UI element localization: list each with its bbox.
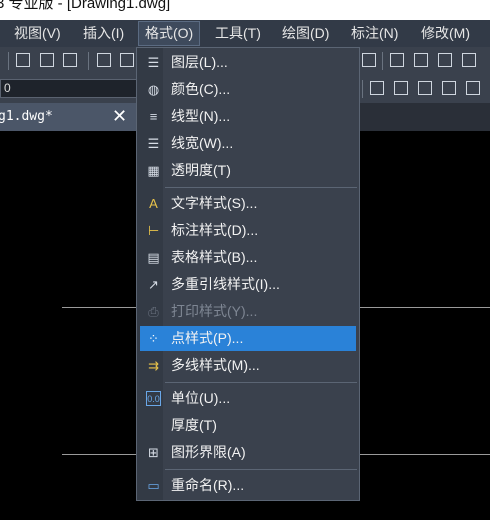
- menu-item-point-style[interactable]: ⁘ 点样式(P)...: [140, 326, 356, 351]
- text-style-icon: A: [149, 196, 158, 211]
- tab-drawing1[interactable]: g1.dwg* ✕: [0, 103, 137, 131]
- menu-item-label: 单位(U)...: [171, 390, 231, 406]
- menu-item-label: 标注样式(D)...: [171, 222, 259, 238]
- drawing-limits-icon: ⊞: [148, 445, 159, 460]
- publish-icon[interactable]: [63, 53, 77, 67]
- menu-item-color[interactable]: ◍ 颜色(C)...: [140, 77, 356, 102]
- menu-item-linetype[interactable]: ≡ 线型(N)...: [140, 104, 356, 129]
- toolbar-separator: [8, 52, 9, 70]
- menu-item-multiline-style[interactable]: ⇉ 多线样式(M)...: [140, 353, 356, 378]
- dimension-style-icon: ⊢: [147, 223, 160, 238]
- menu-item-label: 打印样式(Y)...: [171, 303, 258, 319]
- menu-item-label: 文字样式(S)...: [171, 195, 258, 211]
- menu-insert[interactable]: 插入(I): [77, 22, 130, 45]
- menu-bar: 视图(V) 插入(I) 格式(O) 工具(T) 绘图(D) 标注(N) 修改(M…: [0, 20, 490, 47]
- menu-item-label: 线型(N)...: [171, 108, 231, 124]
- canvas-line: [360, 307, 490, 308]
- menu-view[interactable]: 视图(V): [8, 22, 67, 45]
- menu-separator: [165, 187, 357, 188]
- canvas-line: [62, 307, 138, 308]
- menu-item-rename[interactable]: ▭ 重命名(R)...: [140, 473, 356, 498]
- format-dropdown-menu: ☰ 图层(L)... ◍ 颜色(C)... ≡ 线型(N)... ☰ 线宽(W)…: [136, 47, 360, 501]
- toolbar-separator: [362, 80, 363, 98]
- menu-separator: [165, 469, 357, 470]
- menu-item-label: 图形界限(A): [171, 444, 246, 460]
- menu-item-label: 图层(L)...: [171, 54, 228, 70]
- layer-dropdown[interactable]: 0: [0, 79, 138, 98]
- menu-format[interactable]: 格式(O): [138, 21, 201, 46]
- menu-modify[interactable]: 修改(M): [415, 22, 476, 45]
- markup-icon[interactable]: [462, 53, 476, 67]
- menu-item-lineweight[interactable]: ☰ 线宽(W)...: [140, 131, 356, 156]
- tab-label: g1.dwg*: [0, 109, 53, 124]
- menu-item-text-style[interactable]: A 文字样式(S)...: [140, 191, 356, 216]
- window-title: 3 专业版 - [Drawing1.dwg]: [0, 0, 171, 12]
- title-bar: 3 专业版 - [Drawing1.dwg]: [0, 0, 490, 20]
- point-style-icon: ⁘: [148, 331, 159, 346]
- menu-item-units[interactable]: 0.0 单位(U)...: [140, 386, 356, 411]
- properties-icon[interactable]: [390, 53, 404, 67]
- layer-isolate-icon[interactable]: [418, 81, 432, 95]
- multiline-style-icon: ⇉: [148, 358, 159, 373]
- menu-dimension[interactable]: 标注(N): [345, 22, 404, 45]
- transparency-icon: ▦: [147, 163, 160, 178]
- cut-icon[interactable]: [97, 53, 111, 67]
- menu-item-label: 透明度(T): [171, 162, 231, 178]
- menu-item-label: 厚度(T): [171, 417, 217, 433]
- menu-item-drawing-limits[interactable]: ⊞ 图形界限(A): [140, 440, 356, 465]
- close-icon[interactable]: ✕: [112, 103, 127, 131]
- toolbar-separator: [382, 52, 383, 70]
- print-preview-icon[interactable]: [40, 53, 54, 67]
- layer-freeze-icon[interactable]: [466, 81, 480, 95]
- menu-item-plot-style: ⎙ 打印样式(Y)...: [140, 299, 356, 324]
- menu-separator: [165, 382, 357, 383]
- menu-item-label: 多重引线样式(I)...: [171, 276, 280, 292]
- design-center-icon[interactable]: [414, 53, 428, 67]
- zoom-icon[interactable]: [362, 53, 376, 67]
- menu-item-multileader-style[interactable]: ↗ 多重引线样式(I)...: [140, 272, 356, 297]
- linetype-icon: ≡: [149, 109, 158, 124]
- layer-icon: ☰: [147, 55, 160, 70]
- menu-tools[interactable]: 工具(T): [209, 22, 267, 45]
- table-style-icon: ▤: [147, 250, 160, 265]
- menu-item-thickness[interactable]: 厚度(T): [140, 413, 356, 438]
- tool-palette-icon[interactable]: [438, 53, 452, 67]
- canvas-line: [360, 454, 490, 455]
- print-icon[interactable]: [16, 53, 30, 67]
- layer-match-icon[interactable]: [442, 81, 456, 95]
- units-icon: 0.0: [146, 391, 161, 406]
- lineweight-icon: ☰: [147, 136, 160, 151]
- menu-item-label: 重命名(R)...: [171, 477, 245, 493]
- menu-item-label: 表格样式(B)...: [171, 249, 258, 265]
- menu-item-layer[interactable]: ☰ 图层(L)...: [140, 50, 356, 75]
- layer-previous-icon[interactable]: [394, 81, 408, 95]
- multileader-style-icon: ↗: [148, 277, 159, 292]
- menu-item-table-style[interactable]: ▤ 表格样式(B)...: [140, 245, 356, 270]
- rename-icon: ▭: [147, 478, 160, 493]
- plot-style-icon: ⎙: [148, 304, 159, 319]
- menu-item-label: 线宽(W)...: [171, 135, 234, 151]
- menu-item-dimension-style[interactable]: ⊢ 标注样式(D)...: [140, 218, 356, 243]
- layer-state-icon[interactable]: [370, 81, 384, 95]
- menu-item-label: 多线样式(M)...: [171, 357, 260, 373]
- toolbar-separator: [88, 52, 89, 70]
- color-palette-icon: ◍: [147, 82, 160, 97]
- copy-icon[interactable]: [120, 53, 134, 67]
- menu-item-label: 颜色(C)...: [171, 81, 231, 97]
- menu-item-label: 点样式(P)...: [171, 330, 244, 346]
- canvas-line: [62, 454, 138, 455]
- menu-draw[interactable]: 绘图(D): [276, 22, 335, 45]
- menu-item-transparency[interactable]: ▦ 透明度(T): [140, 158, 356, 183]
